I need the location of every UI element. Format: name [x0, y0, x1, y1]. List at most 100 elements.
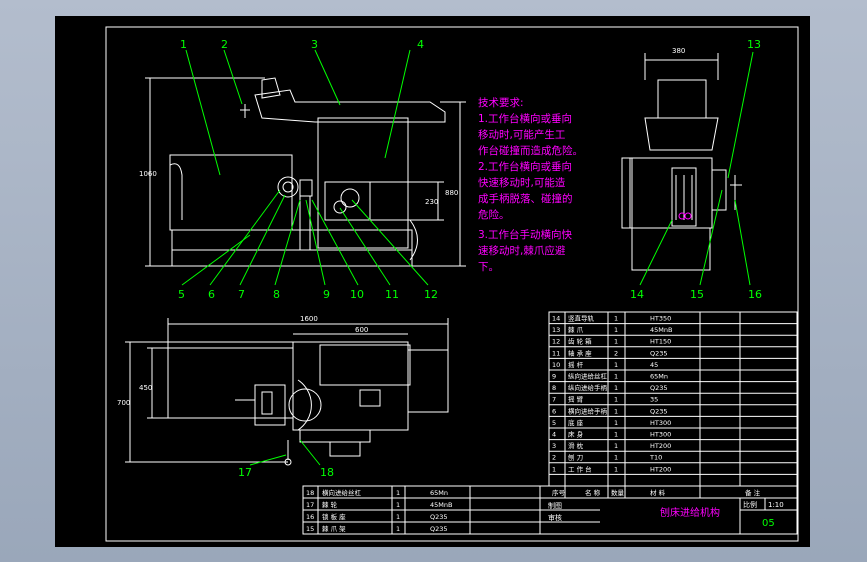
bom-row-no: 5: [552, 419, 556, 427]
bom-row-no: 1: [552, 465, 556, 473]
bom-row-material: HT200: [650, 442, 671, 450]
bom-row-no: 2: [552, 454, 556, 462]
bom-row-qty: 1: [614, 442, 618, 450]
bom-row-material: Q235: [650, 384, 668, 392]
bom-row-name: 纵向进给手柄: [568, 383, 608, 392]
bom-header-cell: 材 料: [650, 488, 666, 497]
bom-row-qty: 1: [614, 361, 618, 369]
side-view: [621, 51, 754, 286]
dim-230: 230: [425, 198, 438, 206]
svg-text:6: 6: [208, 288, 215, 301]
dim-1600: 1600: [300, 315, 318, 323]
bom-row-material: 35: [650, 396, 658, 404]
bom-row-name: 轴 承 座: [568, 348, 592, 357]
bom-row-name: 棘 爪 架: [322, 525, 346, 533]
svg-text:15: 15: [690, 288, 704, 301]
bom-row-name: 刨 刀: [568, 453, 583, 462]
bom-row-material: T10: [649, 454, 662, 462]
bom-row-qty: 2: [614, 349, 618, 357]
svg-text:移动时,可能产生工: 移动时,可能产生工: [478, 128, 565, 141]
svg-text:5: 5: [178, 288, 185, 301]
bom-row-qty: 1: [614, 465, 618, 473]
bom-row-qty: 1: [396, 489, 400, 497]
svg-text:9: 9: [323, 288, 330, 301]
technical-notes: 技术要求: 1.工作台横向或垂向 移动时,可能产生工 作台碰撞而造成危险。 2.…: [478, 96, 583, 273]
bom-row-material: HT200: [650, 465, 671, 473]
dim-380: 380: [672, 47, 685, 55]
plan-view: [125, 318, 449, 466]
bom-row-material: 45MnB: [430, 501, 452, 509]
svg-text:1: 1: [180, 38, 187, 51]
bom-row-name: 棘 轮: [322, 500, 338, 509]
dim-700: 700: [117, 399, 130, 407]
dim-1060: 1060: [139, 170, 157, 178]
bom-row-no: 7: [552, 396, 556, 404]
svg-text:7: 7: [238, 288, 245, 301]
svg-text:12: 12: [424, 288, 438, 301]
drawing-name: 刨床进给机构: [660, 506, 720, 519]
bom-row-name: 工 作 台: [568, 464, 592, 473]
bom-row-no: 3: [552, 442, 556, 450]
svg-text:10: 10: [350, 288, 364, 301]
bom-row-name: 棘 爪: [568, 326, 584, 334]
svg-text:1.工作台横向或垂向: 1.工作台横向或垂向: [478, 112, 572, 125]
bom-row-material: Q235: [650, 349, 668, 357]
dim-880: 880: [445, 189, 458, 197]
bom-row-material: Q235: [650, 407, 668, 415]
callouts-top: 1 2 3 4: [180, 38, 424, 51]
svg-text:8: 8: [273, 288, 280, 301]
bom-row-qty: 1: [614, 396, 618, 404]
svg-text:2.工作台横向或垂向: 2.工作台横向或垂向: [478, 160, 572, 173]
title-block: 制图 审核 刨床进给机构 比例 1:10 05: [548, 497, 797, 534]
svg-text:作台碰撞而造成危险。: 作台碰撞而造成危险。: [478, 144, 583, 157]
bom-row-material: HT350: [650, 315, 671, 323]
bom-row-qty: 1: [614, 384, 618, 392]
bom-row-qty: 1: [614, 315, 618, 323]
bom-row-material: Q235: [430, 525, 448, 533]
bom-row-name: 锁 板 座: [322, 512, 346, 521]
bom-row-no: 4: [552, 431, 556, 439]
bom-row-name: 横向进给丝杠: [322, 488, 362, 497]
bom-row-name: 床 身: [568, 430, 584, 439]
bom-row-no: 12: [552, 338, 560, 346]
bom-row-qty: 1: [614, 326, 618, 334]
bom-row-material: 65Mn: [650, 373, 668, 381]
bom-row-name: 摇 臂: [568, 395, 584, 404]
bom-header-cell: 备 注: [745, 488, 761, 497]
bom-row-name: 底 座: [568, 418, 584, 427]
bom-row-name: 齿 轮 箱: [568, 337, 592, 346]
bom-row-qty: 1: [396, 525, 400, 533]
bom-row-material: HT300: [650, 431, 671, 439]
bom-row-qty: 1: [614, 407, 618, 415]
bom-row-material: 65Mn: [430, 489, 448, 497]
scale-value: 1:10: [768, 501, 784, 509]
bom-row-qty: 1: [614, 431, 618, 439]
svg-text:16: 16: [748, 288, 762, 301]
dim-600: 600: [355, 326, 368, 334]
dim-450: 450: [139, 384, 152, 392]
svg-text:11: 11: [385, 288, 399, 301]
svg-text:14: 14: [630, 288, 644, 301]
bom-row-qty: 1: [396, 513, 400, 521]
bom-row-name: 横向进给手柄: [568, 406, 608, 415]
svg-text:3.工作台手动横向快: 3.工作台手动横向快: [478, 228, 573, 241]
svg-text:成手柄脱落、碰撞的: 成手柄脱落、碰撞的: [478, 192, 573, 205]
bom-row-no: 14: [552, 315, 560, 323]
bom-row-material: Q235: [430, 513, 448, 521]
svg-text:快速移动时,可能造: 快速移动时,可能造: [478, 176, 566, 189]
svg-text:3: 3: [311, 38, 318, 51]
svg-text:13: 13: [747, 38, 761, 51]
drawn-label: 制图: [548, 501, 562, 510]
drawing-canvas: 1060 880 230 1 2 3 4 5 6 7 8 9 10 11 12: [105, 26, 799, 542]
svg-text:速移动时,棘爪应避: 速移动时,棘爪应避: [478, 244, 566, 257]
svg-text:4: 4: [417, 38, 424, 51]
bom-upper-table: 14 竖直导轨 1 HT35013 棘 爪 1 45MnB12 齿 轮 箱 1 HT15011 轴 …: [548, 311, 798, 487]
svg-text:技术要求:: 技术要求:: [478, 96, 524, 109]
bom-row-qty: 1: [396, 501, 400, 509]
bom-row-name: 纵向进给丝杠: [568, 372, 608, 381]
drawing-frame: [105, 26, 799, 542]
bom-row-no: 17: [306, 501, 314, 509]
bom-row-material: 45MnB: [650, 326, 672, 334]
svg-text:18: 18: [320, 466, 334, 479]
bom-row-name: 滑 枕: [568, 441, 584, 450]
